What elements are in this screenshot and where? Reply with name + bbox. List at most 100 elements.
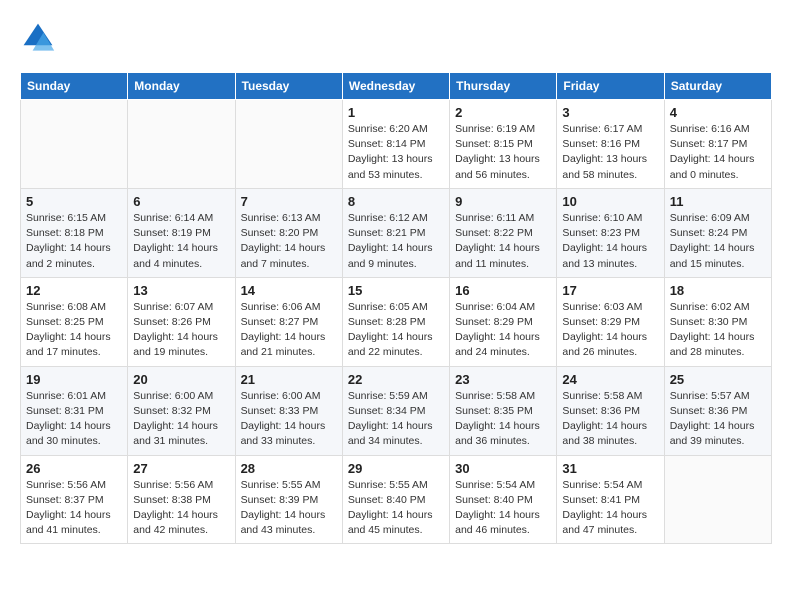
day-number: 8: [348, 194, 444, 209]
day-cell: 16Sunrise: 6:04 AM Sunset: 8:29 PM Dayli…: [450, 277, 557, 366]
day-number: 3: [562, 105, 658, 120]
day-info: Sunrise: 5:58 AM Sunset: 8:35 PM Dayligh…: [455, 389, 551, 450]
day-number: 5: [26, 194, 122, 209]
day-info: Sunrise: 6:09 AM Sunset: 8:24 PM Dayligh…: [670, 211, 766, 272]
logo: [20, 20, 60, 56]
day-info: Sunrise: 6:06 AM Sunset: 8:27 PM Dayligh…: [241, 300, 337, 361]
day-cell: 20Sunrise: 6:00 AM Sunset: 8:32 PM Dayli…: [128, 366, 235, 455]
day-number: 19: [26, 372, 122, 387]
day-cell: 4 Sunrise: 6:16 AM Sunset: 8:17 PM Daylig…: [664, 100, 771, 189]
week-row-2: 5 Sunrise: 6:15 AM Sunset: 8:18 PM Daylig…: [21, 188, 772, 277]
day-cell: [664, 455, 771, 544]
calendar-body: 1 Sunrise: 6:20 AM Sunset: 8:14 PM Daylig…: [21, 100, 772, 544]
day-info: Sunrise: 6:10 AM Sunset: 8:23 PM Dayligh…: [562, 211, 658, 272]
day-number: 30: [455, 461, 551, 476]
header-cell-friday: Friday: [557, 73, 664, 100]
day-cell: [128, 100, 235, 189]
day-number: 31: [562, 461, 658, 476]
day-number: 1: [348, 105, 444, 120]
day-number: 4: [670, 105, 766, 120]
page-header: [20, 20, 772, 56]
week-row-1: 1 Sunrise: 6:20 AM Sunset: 8:14 PM Daylig…: [21, 100, 772, 189]
week-row-3: 12Sunrise: 6:08 AM Sunset: 8:25 PM Dayli…: [21, 277, 772, 366]
day-number: 26: [26, 461, 122, 476]
day-cell: 27 Sunrise: 5:56 AM Sunset: 8:38 PM Dayli…: [128, 455, 235, 544]
day-cell: 19 Sunrise: 6:01 AM Sunset: 8:31 PM Dayli…: [21, 366, 128, 455]
day-number: 28: [241, 461, 337, 476]
day-cell: [21, 100, 128, 189]
header-cell-thursday: Thursday: [450, 73, 557, 100]
day-info: Sunrise: 5:54 AM Sunset: 8:40 PM Dayligh…: [455, 478, 551, 539]
day-number: 11: [670, 194, 766, 209]
day-cell: 26 Sunrise: 5:56 AM Sunset: 8:37 PM Dayli…: [21, 455, 128, 544]
day-number: 9: [455, 194, 551, 209]
day-number: 6: [133, 194, 229, 209]
day-number: 22: [348, 372, 444, 387]
day-cell: 12Sunrise: 6:08 AM Sunset: 8:25 PM Dayli…: [21, 277, 128, 366]
day-number: 23: [455, 372, 551, 387]
day-number: 18: [670, 283, 766, 298]
day-number: 2: [455, 105, 551, 120]
day-info: Sunrise: 6:12 AM Sunset: 8:21 PM Dayligh…: [348, 211, 444, 272]
day-number: 13: [133, 283, 229, 298]
day-number: 21: [241, 372, 337, 387]
day-cell: 11 Sunrise: 6:09 AM Sunset: 8:24 PM Dayli…: [664, 188, 771, 277]
day-info: Sunrise: 6:03 AM Sunset: 8:29 PM Dayligh…: [562, 300, 658, 361]
day-info: Sunrise: 6:15 AM Sunset: 8:18 PM Dayligh…: [26, 211, 122, 272]
day-cell: 23 Sunrise: 5:58 AM Sunset: 8:35 PM Dayli…: [450, 366, 557, 455]
logo-icon: [20, 20, 56, 56]
day-info: Sunrise: 6:16 AM Sunset: 8:17 PM Dayligh…: [670, 122, 766, 183]
day-cell: 15 Sunrise: 6:05 AM Sunset: 8:28 PM Dayli…: [342, 277, 449, 366]
calendar-table: SundayMondayTuesdayWednesdayThursdayFrid…: [20, 72, 772, 544]
day-info: Sunrise: 6:02 AM Sunset: 8:30 PM Dayligh…: [670, 300, 766, 361]
day-info: Sunrise: 6:00 AM Sunset: 8:33 PM Dayligh…: [241, 389, 337, 450]
day-info: Sunrise: 5:56 AM Sunset: 8:38 PM Dayligh…: [133, 478, 229, 539]
day-cell: 18 Sunrise: 6:02 AM Sunset: 8:30 PM Dayli…: [664, 277, 771, 366]
day-cell: 1 Sunrise: 6:20 AM Sunset: 8:14 PM Daylig…: [342, 100, 449, 189]
day-cell: 8 Sunrise: 6:12 AM Sunset: 8:21 PM Daylig…: [342, 188, 449, 277]
day-cell: 6 Sunrise: 6:14 AM Sunset: 8:19 PM Daylig…: [128, 188, 235, 277]
day-info: Sunrise: 5:54 AM Sunset: 8:41 PM Dayligh…: [562, 478, 658, 539]
header-cell-wednesday: Wednesday: [342, 73, 449, 100]
day-info: Sunrise: 6:14 AM Sunset: 8:19 PM Dayligh…: [133, 211, 229, 272]
day-number: 27: [133, 461, 229, 476]
day-info: Sunrise: 6:11 AM Sunset: 8:22 PM Dayligh…: [455, 211, 551, 272]
day-info: Sunrise: 6:05 AM Sunset: 8:28 PM Dayligh…: [348, 300, 444, 361]
header-cell-tuesday: Tuesday: [235, 73, 342, 100]
day-number: 7: [241, 194, 337, 209]
day-cell: 14 Sunrise: 6:06 AM Sunset: 8:27 PM Dayli…: [235, 277, 342, 366]
day-number: 15: [348, 283, 444, 298]
day-cell: 30 Sunrise: 5:54 AM Sunset: 8:40 PM Dayli…: [450, 455, 557, 544]
day-cell: 2Sunrise: 6:19 AM Sunset: 8:15 PM Daylig…: [450, 100, 557, 189]
day-number: 14: [241, 283, 337, 298]
week-row-5: 26 Sunrise: 5:56 AM Sunset: 8:37 PM Dayli…: [21, 455, 772, 544]
calendar-header: SundayMondayTuesdayWednesdayThursdayFrid…: [21, 73, 772, 100]
header-cell-monday: Monday: [128, 73, 235, 100]
day-cell: 21 Sunrise: 6:00 AM Sunset: 8:33 PM Dayli…: [235, 366, 342, 455]
day-number: 17: [562, 283, 658, 298]
day-cell: 9 Sunrise: 6:11 AM Sunset: 8:22 PM Daylig…: [450, 188, 557, 277]
day-info: Sunrise: 5:55 AM Sunset: 8:39 PM Dayligh…: [241, 478, 337, 539]
day-number: 29: [348, 461, 444, 476]
day-cell: [235, 100, 342, 189]
day-info: Sunrise: 6:00 AM Sunset: 8:32 PM Dayligh…: [133, 389, 229, 450]
day-info: Sunrise: 5:59 AM Sunset: 8:34 PM Dayligh…: [348, 389, 444, 450]
day-cell: 22 Sunrise: 5:59 AM Sunset: 8:34 PM Dayli…: [342, 366, 449, 455]
day-info: Sunrise: 6:01 AM Sunset: 8:31 PM Dayligh…: [26, 389, 122, 450]
header-row: SundayMondayTuesdayWednesdayThursdayFrid…: [21, 73, 772, 100]
day-number: 25: [670, 372, 766, 387]
day-info: Sunrise: 6:20 AM Sunset: 8:14 PM Dayligh…: [348, 122, 444, 183]
day-cell: 7 Sunrise: 6:13 AM Sunset: 8:20 PM Daylig…: [235, 188, 342, 277]
day-cell: 28 Sunrise: 5:55 AM Sunset: 8:39 PM Dayli…: [235, 455, 342, 544]
day-info: Sunrise: 5:57 AM Sunset: 8:36 PM Dayligh…: [670, 389, 766, 450]
day-number: 10: [562, 194, 658, 209]
day-cell: 10 Sunrise: 6:10 AM Sunset: 8:23 PM Dayli…: [557, 188, 664, 277]
day-cell: 13Sunrise: 6:07 AM Sunset: 8:26 PM Dayli…: [128, 277, 235, 366]
day-number: 16: [455, 283, 551, 298]
day-info: Sunrise: 5:56 AM Sunset: 8:37 PM Dayligh…: [26, 478, 122, 539]
day-number: 12: [26, 283, 122, 298]
day-info: Sunrise: 6:13 AM Sunset: 8:20 PM Dayligh…: [241, 211, 337, 272]
day-cell: 17 Sunrise: 6:03 AM Sunset: 8:29 PM Dayli…: [557, 277, 664, 366]
day-cell: 29Sunrise: 5:55 AM Sunset: 8:40 PM Dayli…: [342, 455, 449, 544]
day-cell: 25 Sunrise: 5:57 AM Sunset: 8:36 PM Dayli…: [664, 366, 771, 455]
